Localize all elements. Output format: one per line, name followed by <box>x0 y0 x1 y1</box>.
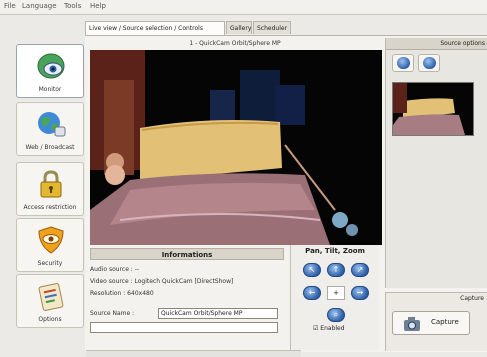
tab-live-view[interactable]: Live view / Source selection / Controls <box>85 21 225 35</box>
source-options-panel: Source options <box>385 38 487 288</box>
globe-broadcast-icon <box>38 112 66 137</box>
capture-button-label: Capture <box>431 318 459 326</box>
blue-orb-icon <box>423 57 436 69</box>
source-options-header: Source options <box>386 38 487 50</box>
sidebar-item-monitor[interactable]: Monitor <box>16 44 84 98</box>
video-frame <box>90 50 382 245</box>
source-settings-button[interactable] <box>418 54 440 72</box>
sidebar-item-label: Access restriction <box>23 204 77 211</box>
capture-header: Capture <box>460 295 484 302</box>
sidebar-item-web-broadcast[interactable]: Web / Broadcast <box>16 102 84 156</box>
tab-scheduler[interactable]: Scheduler <box>253 21 291 34</box>
video-source-text: Video source : Logitech QuickCam [Direct… <box>90 278 234 285</box>
sidebar-item-label: Options <box>38 316 62 323</box>
menu-tools[interactable]: Tools <box>64 2 81 10</box>
source-thumbnail[interactable] <box>392 82 474 136</box>
source-name-label: Source Name : <box>90 310 135 317</box>
info-panel: Audio source : -- Video source : Logitec… <box>90 262 284 350</box>
sidebar-item-options[interactable]: Options <box>16 274 84 328</box>
sidebar: Monitor Web / Broadcast Access restricti… <box>10 38 84 350</box>
app-window: File Language Tools Help Monitor Web / B… <box>0 0 487 357</box>
ptz-up-button[interactable]: ↑ <box>327 263 345 277</box>
source-name-field[interactable]: QuickCam Orbit/Sphere MP <box>158 308 278 319</box>
capture-button[interactable]: Capture <box>392 311 470 335</box>
resolution-text: Resolution : 640x480 <box>90 290 154 297</box>
ptz-panel: Pan, Tilt, Zoom ↖ ↑ ↗ ← + → ⌕ ☑ Enabled <box>290 245 379 350</box>
info-header: Informations <box>90 248 284 260</box>
add-source-button[interactable] <box>392 54 414 72</box>
tab-gallery[interactable]: Gallery <box>226 21 252 34</box>
sidebar-item-label: Security <box>37 260 63 267</box>
monitor-eye-icon <box>37 53 65 79</box>
ptz-up-right-button[interactable]: ↗ <box>351 263 369 277</box>
blue-orb-icon <box>397 57 410 69</box>
sidebar-item-security[interactable]: Security <box>16 218 84 272</box>
audio-source-text: Audio source : -- <box>90 266 140 273</box>
shield-eye-icon <box>38 226 64 254</box>
status-bar <box>86 350 301 357</box>
thumbnail-frame <box>393 83 473 135</box>
capture-panel: Capture Capture <box>385 292 487 351</box>
ptz-enabled-checkbox[interactable]: ☑ Enabled <box>313 325 363 332</box>
ptz-left-button[interactable]: ← <box>303 286 321 300</box>
ptz-enabled-label: Enabled <box>320 325 345 332</box>
ptz-header: Pan, Tilt, Zoom <box>305 247 365 255</box>
sidebar-item-label: Web / Broadcast <box>25 144 75 151</box>
sidebar-item-label: Monitor <box>38 86 62 93</box>
menu-help[interactable]: Help <box>90 2 106 10</box>
menu-file[interactable]: File <box>4 2 16 10</box>
options-clipboard-icon <box>38 283 64 311</box>
menu-language[interactable]: Language <box>22 2 57 10</box>
ptz-home-button[interactable]: + <box>327 286 345 300</box>
camera-icon <box>404 317 420 331</box>
ptz-up-left-button[interactable]: ↖ <box>303 263 321 277</box>
camera-title: 1 - QuickCam Orbit/Sphere MP <box>189 40 281 47</box>
ptz-right-button[interactable]: → <box>351 286 369 300</box>
source-details-field[interactable] <box>90 322 278 333</box>
padlock-icon <box>40 170 62 198</box>
live-video-feed[interactable] <box>90 50 382 245</box>
sidebar-item-access-restriction[interactable]: Access restriction <box>16 162 84 216</box>
menubar: File Language Tools Help <box>0 0 487 15</box>
ptz-zoom-button[interactable]: ⌕ <box>327 308 345 322</box>
